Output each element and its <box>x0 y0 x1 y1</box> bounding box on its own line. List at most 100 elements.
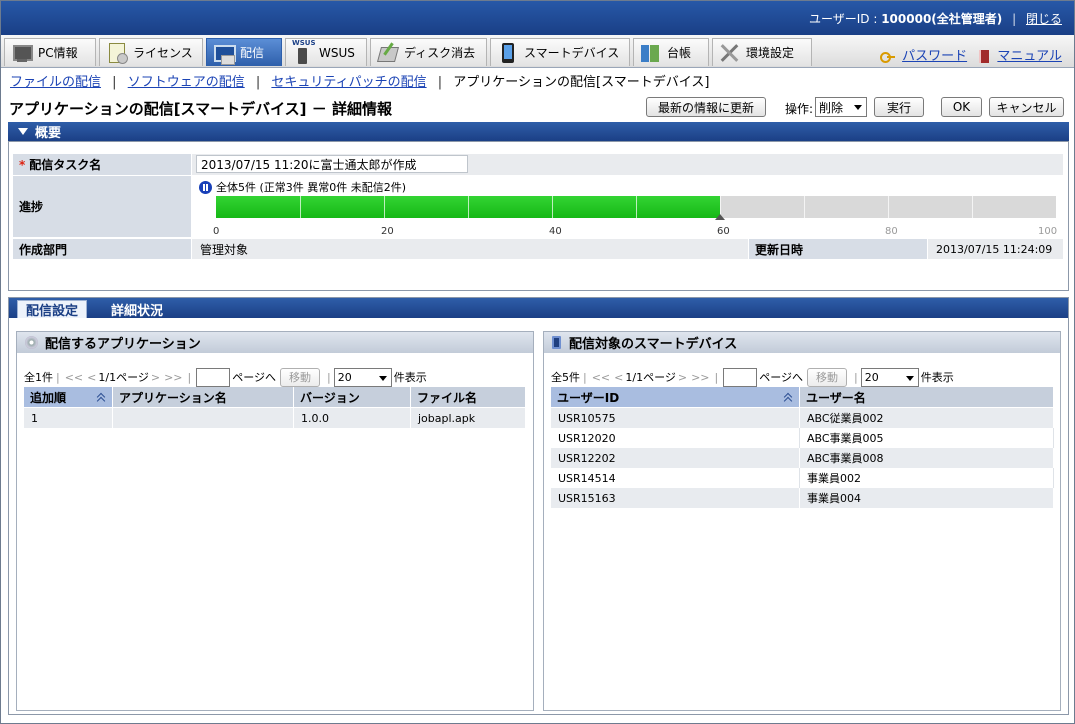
refresh-button[interactable]: 最新の情報に更新 <box>646 97 766 117</box>
detail-area: 配信設定 詳細状況 配信するアプリケーション 全1件 | << < 1/1ページ… <box>8 297 1069 715</box>
column-header-user-id[interactable]: ユーザーID <box>551 387 800 407</box>
column-header-order[interactable]: 追加順 <box>24 387 113 407</box>
cell-user-id: USR12020 <box>551 428 800 448</box>
operation-select-value: 削除 <box>819 100 844 115</box>
pager-prev[interactable]: < <box>614 371 623 384</box>
column-header-user-name[interactable]: ユーザー名 <box>800 387 1054 407</box>
page-size-select[interactable]: 20 <box>860 367 919 387</box>
devices-table-header: ユーザーID ユーザー名 <box>551 387 1054 407</box>
progress-status-text: 全体5件 (正常3件 異常0件 未配信2件) <box>216 181 407 194</box>
sort-ascending-icon <box>98 393 106 401</box>
pager-separator: | <box>56 370 60 384</box>
required-marker: * <box>19 157 26 172</box>
progress-scale-tick: 20 <box>381 226 394 237</box>
task-name-label: * 配信タスク名 <box>13 154 191 175</box>
tab-label: 台帳 <box>667 46 692 60</box>
progress-scale-tick: 0 <box>213 226 220 237</box>
table-row[interactable]: USR10575 ABC従業員002 <box>551 408 1054 428</box>
tab-label: 配信 <box>240 46 265 60</box>
key-icon <box>879 51 895 63</box>
pager-next[interactable]: > <box>678 371 687 384</box>
breadcrumb-security-patch[interactable]: セキュリティパッチの配信 <box>271 75 426 90</box>
devices-panel-header: 配信対象のスマートデバイス <box>544 332 1060 353</box>
pager-next[interactable]: > <box>151 371 160 384</box>
pager-separator: | <box>187 370 192 384</box>
summary-section-header[interactable]: 概要 <box>8 122 1069 141</box>
table-row[interactable]: USR14514 事業員002 <box>551 468 1054 488</box>
smart-device-icon <box>552 336 561 349</box>
user-id-label: ユーザーID : <box>808 12 878 26</box>
progress-grid-line <box>888 196 889 218</box>
pager-first[interactable]: << <box>592 371 610 384</box>
smart-device-icon <box>497 42 519 64</box>
tab-label: WSUS <box>319 45 355 60</box>
pager-last[interactable]: >> <box>691 371 709 384</box>
progress-grid-line <box>300 196 301 218</box>
tab-pc-info[interactable]: PC情報 <box>4 38 96 66</box>
apps-panel: 配信するアプリケーション 全1件 | << < 1/1ページ > >> | ペー… <box>16 331 534 711</box>
column-header-file-name[interactable]: ファイル名 <box>411 387 526 407</box>
execute-button[interactable]: 実行 <box>874 97 924 117</box>
manual-link[interactable]: マニュアル <box>997 49 1062 64</box>
operation-select[interactable]: 削除 <box>815 97 867 117</box>
table-row[interactable]: USR15163 事業員004 <box>551 488 1054 508</box>
title-bar: アプリケーションの配信[スマートデバイス] － 詳細情報 最新の情報に更新 操作… <box>1 90 1074 122</box>
password-link[interactable]: パスワード <box>902 49 967 64</box>
tab-settings[interactable]: 環境設定 <box>712 38 812 66</box>
pager-first[interactable]: << <box>65 371 83 384</box>
progress-grid-line <box>468 196 469 218</box>
pager-page: 1/1ページ <box>625 371 676 384</box>
tab-ledger[interactable]: 台帳 <box>633 38 709 66</box>
breadcrumb-software-distribution[interactable]: ソフトウェアの配信 <box>128 75 245 90</box>
progress-grid-line <box>804 196 805 218</box>
page-size-select[interactable]: 20 <box>333 367 392 387</box>
progress-scale-tick: 100 <box>1038 226 1058 237</box>
tab-distribution[interactable]: 配信 <box>206 38 282 66</box>
column-header-app-name[interactable]: アプリケーション名 <box>113 387 294 407</box>
tab-label: PC情報 <box>38 46 78 60</box>
pager-prev[interactable]: < <box>87 371 96 384</box>
page-size-label: 件表示 <box>920 371 954 384</box>
pager-last[interactable]: >> <box>164 371 182 384</box>
progress-scale-tick: 40 <box>549 226 562 237</box>
cell-version: 1.0.0 <box>294 408 411 428</box>
breadcrumb: ファイルの配信 | ソフトウェアの配信 | セキュリティパッチの配信 | アプリ… <box>10 71 709 90</box>
table-row[interactable]: 1 1.0.0 jobapl.apk <box>24 408 526 428</box>
pager-separator: | <box>327 370 331 384</box>
license-icon <box>106 42 128 64</box>
tab-detail-status[interactable]: 詳細状況 <box>103 300 171 319</box>
chevron-down-icon <box>854 105 862 110</box>
close-link[interactable]: 閉じる <box>1026 12 1062 26</box>
distribution-icon <box>213 42 236 65</box>
operation-label: 操作: <box>785 102 814 116</box>
column-header-version[interactable]: バージョン <box>294 387 411 407</box>
page-number-input[interactable] <box>196 367 231 387</box>
breadcrumb-file-distribution[interactable]: ファイルの配信 <box>10 75 101 90</box>
tab-smart-device[interactable]: スマートデバイス <box>490 38 630 66</box>
cancel-button[interactable]: キャンセル <box>989 97 1064 117</box>
cell-user-id: USR14514 <box>551 468 800 488</box>
chevron-down-icon <box>378 375 387 381</box>
tab-distribution-settings[interactable]: 配信設定 <box>17 300 88 319</box>
tab-wsus[interactable]: WSUS <box>285 38 367 66</box>
progress-bar <box>216 196 1056 218</box>
task-name-field[interactable]: 2013/07/15 11:20に富士通太郎が作成 <box>196 155 468 173</box>
tab-license[interactable]: ライセンス <box>99 38 203 66</box>
move-button[interactable]: 移動 <box>807 367 848 387</box>
pager-separator: | <box>583 370 587 384</box>
cell-user-id: USR12202 <box>551 448 800 468</box>
ok-button[interactable]: OK <box>941 97 982 117</box>
tab-disk-erase[interactable]: ディスク消去 <box>370 38 487 66</box>
pager-goto-label: ページへ <box>759 371 804 384</box>
updated-label: 更新日時 <box>749 239 927 259</box>
collapse-triangle-icon <box>18 128 28 135</box>
apps-panel-title: 配信するアプリケーション <box>45 337 201 352</box>
table-row[interactable]: USR12202 ABC事業員008 <box>551 448 1054 468</box>
progress-marker <box>715 214 725 220</box>
table-row[interactable]: USR12020 ABC事業員005 <box>551 428 1054 448</box>
main-tab-bar: PC情報 ライセンス 配信 WSUS ディスク消去 スマートデバイス 台帳 環 <box>1 35 1074 68</box>
wsus-icon <box>292 39 316 64</box>
move-button[interactable]: 移動 <box>280 367 321 387</box>
summary-heading: 概要 <box>35 126 62 141</box>
page-number-input[interactable] <box>723 367 758 387</box>
